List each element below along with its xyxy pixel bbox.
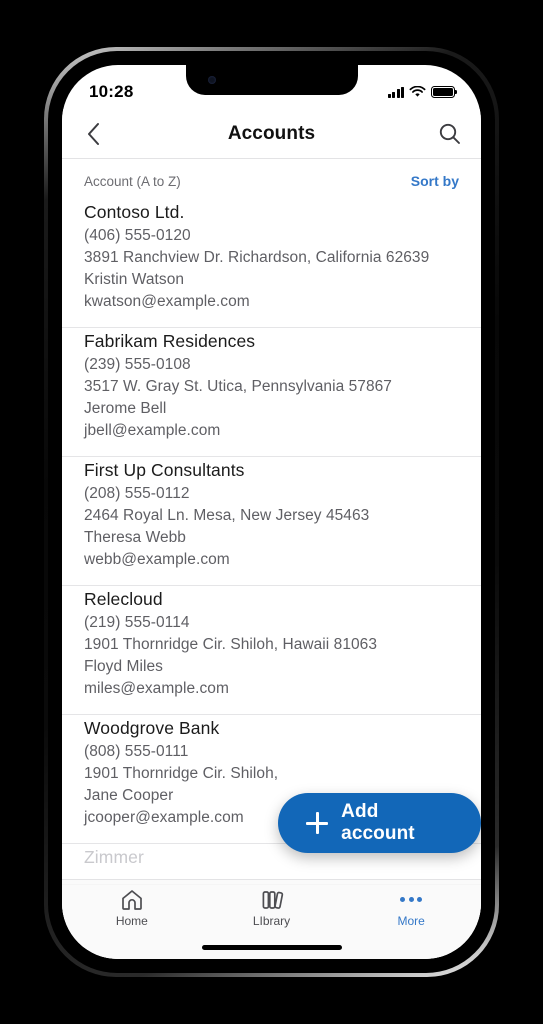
home-indicator[interactable]	[201, 945, 342, 950]
account-phone: (808) 555-0111	[84, 743, 189, 760]
search-button[interactable]	[417, 122, 481, 145]
tab-home-label: Home	[115, 914, 148, 928]
account-address: 1901 Thornridge Cir. Shiloh,	[84, 765, 279, 782]
account-contact: Floyd Miles	[84, 658, 163, 675]
account-phone: (406) 555-0120	[84, 227, 191, 244]
account-name: Relecloud	[84, 589, 163, 609]
sort-current-label: Account (A to Z)	[84, 173, 181, 189]
tab-library[interactable]: LIbrary	[202, 887, 342, 928]
phone-screen: 10:28 Accounts Account (A to Z) Sort by …	[62, 65, 481, 959]
account-name: Contoso Ltd.	[84, 202, 185, 222]
add-account-label: Add account	[341, 801, 415, 844]
back-button[interactable]	[62, 122, 126, 146]
battery-full-icon	[431, 86, 458, 98]
add-account-button[interactable]: Add account	[278, 793, 481, 853]
tab-more-label: More	[397, 914, 425, 928]
account-email: kwatson@example.com	[84, 293, 250, 310]
account-contact: Theresa Webb	[84, 529, 186, 546]
account-name: First Up Consultants	[84, 460, 245, 480]
wifi-icon	[409, 86, 426, 97]
account-email: jbell@example.com	[84, 422, 221, 439]
account-name: Woodgrove Bank	[84, 718, 220, 738]
books-icon	[260, 887, 284, 911]
tab-home[interactable]: Home	[62, 887, 202, 928]
list-item[interactable]: First Up Consultants (208) 555-0112 2464…	[62, 457, 481, 586]
notch	[185, 65, 358, 95]
account-name: Fabrikam Residences	[84, 331, 256, 351]
tab-more[interactable]: More	[341, 887, 481, 928]
account-phone: (208) 555-0112	[84, 485, 190, 502]
account-address: 1901 Thornridge Cir. Shiloh, Hawaii 8106…	[84, 636, 377, 653]
home-icon	[120, 887, 144, 911]
account-phone: (219) 555-0114	[84, 614, 190, 631]
screenshot-root: 10:28 Accounts Account (A to Z) Sort by …	[0, 0, 543, 1024]
list-item[interactable]: Fabrikam Residences (239) 555-0108 3517 …	[62, 328, 481, 457]
account-address: 3891 Ranchview Dr. Richardson, Californi…	[84, 249, 430, 266]
status-bar-clock: 10:28	[89, 82, 134, 101]
front-camera-icon	[207, 76, 216, 84]
account-address: 3517 W. Gray St. Utica, Pennsylvania 578…	[84, 378, 392, 395]
navigation-bar: Accounts	[62, 109, 481, 159]
ellipsis-icon	[400, 887, 423, 911]
account-email: miles@example.com	[84, 680, 229, 697]
list-item[interactable]: Relecloud (219) 555-0114 1901 Thornridge…	[62, 586, 481, 715]
tab-library-label: LIbrary	[252, 914, 291, 928]
page-title: Accounts	[227, 122, 316, 144]
search-icon	[439, 123, 460, 144]
plus-icon	[306, 812, 329, 834]
list-item[interactable]: Contoso Ltd. (406) 555-0120 3891 Ranchvi…	[62, 199, 481, 328]
account-email: webb@example.com	[84, 551, 230, 568]
chevron-left-icon	[88, 122, 99, 145]
cellular-bars-icon	[387, 86, 404, 98]
sort-bar: Account (A to Z) Sort by	[62, 159, 481, 199]
status-bar-icons	[387, 86, 458, 98]
account-phone: (239) 555-0108	[84, 356, 191, 373]
account-contact: Kristin Watson	[84, 271, 185, 288]
account-address: 2464 Royal Ln. Mesa, New Jersey 45463	[84, 507, 370, 524]
account-contact: Jerome Bell	[84, 400, 167, 417]
sort-by-button[interactable]: Sort by	[411, 173, 459, 189]
